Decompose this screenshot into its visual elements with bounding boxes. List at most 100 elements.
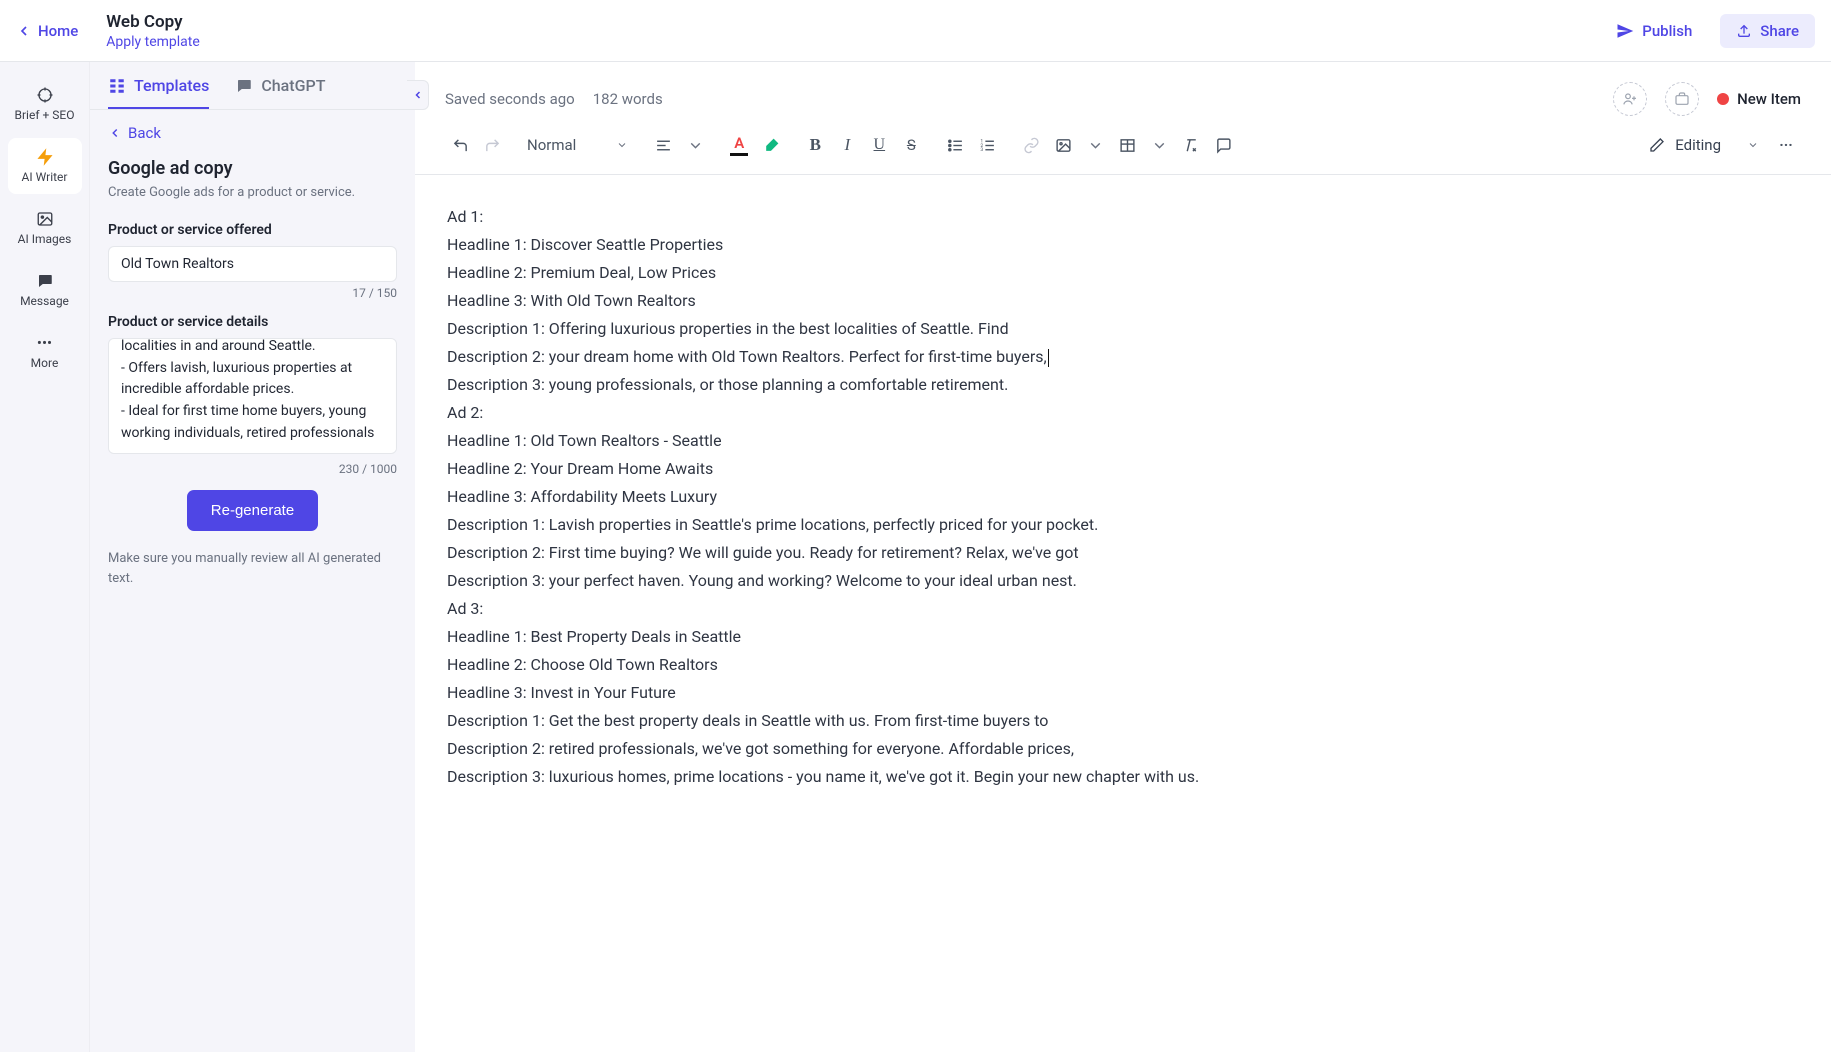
- tab-templates[interactable]: Templates: [108, 76, 209, 109]
- doc-line[interactable]: Headline 3: Invest in Your Future: [447, 679, 1799, 707]
- align-dropdown[interactable]: [680, 130, 710, 160]
- rail-item-brief-seo[interactable]: Brief + SEO: [8, 76, 82, 132]
- details-textarea[interactable]: [108, 338, 397, 454]
- rail-label: Message: [20, 294, 69, 308]
- undo-button[interactable]: [445, 130, 475, 160]
- rail-item-ai-writer[interactable]: AI Writer: [8, 138, 82, 194]
- more-toolbar-button[interactable]: ···: [1771, 130, 1801, 160]
- align-button[interactable]: [648, 130, 678, 160]
- share-label: Share: [1760, 22, 1799, 40]
- status-label: New Item: [1737, 90, 1801, 108]
- apply-template-link[interactable]: Apply template: [106, 34, 200, 50]
- user-plus-icon: [1622, 91, 1638, 107]
- templates-icon: [108, 77, 126, 95]
- editor-topbar: Saved seconds ago 182 words New Item: [415, 62, 1831, 116]
- panel-tabs: Templates ChatGPT: [90, 62, 415, 110]
- doc-line[interactable]: Headline 1: Discover Seattle Properties: [447, 231, 1799, 259]
- status-indicator[interactable]: New Item: [1717, 90, 1801, 108]
- doc-line[interactable]: Description 2: your dream home with Old …: [447, 343, 1799, 371]
- panel-body: Back Google ad copy Create Google ads fo…: [90, 110, 415, 1052]
- table-button[interactable]: [1112, 130, 1142, 160]
- highlight-button[interactable]: [756, 130, 786, 160]
- doc-line[interactable]: Headline 2: Your Dream Home Awaits: [447, 455, 1799, 483]
- highlighter-icon: [763, 137, 780, 154]
- chevron-down-icon: [1087, 137, 1104, 154]
- link-button[interactable]: [1016, 130, 1046, 160]
- publish-button[interactable]: Publish: [1616, 22, 1692, 40]
- comment-button[interactable]: [1208, 130, 1238, 160]
- table-dropdown[interactable]: [1144, 130, 1174, 160]
- doc-line[interactable]: Headline 1: Old Town Realtors - Seattle: [447, 427, 1799, 455]
- doc-line[interactable]: Ad 2:: [447, 399, 1799, 427]
- doc-line[interactable]: Headline 1: Best Property Deals in Seatt…: [447, 623, 1799, 651]
- doc-line[interactable]: Description 3: luxurious homes, prime lo…: [447, 763, 1799, 791]
- doc-line[interactable]: Ad 1:: [447, 203, 1799, 231]
- doc-line[interactable]: Ad 3:: [447, 595, 1799, 623]
- tab-chatgpt[interactable]: ChatGPT: [235, 76, 325, 109]
- editing-mode-select[interactable]: Editing: [1649, 136, 1759, 154]
- doc-line[interactable]: Headline 2: Choose Old Town Realtors: [447, 651, 1799, 679]
- doc-line[interactable]: Description 2: First time buying? We wil…: [447, 539, 1799, 567]
- tab-label: Templates: [134, 76, 209, 95]
- target-icon: [36, 86, 54, 104]
- home-button[interactable]: Home: [16, 22, 78, 40]
- details-counter: 230 / 1000: [108, 462, 397, 476]
- rail-item-ai-images[interactable]: AI Images: [8, 200, 82, 256]
- doc-line[interactable]: Description 2: retired professionals, we…: [447, 735, 1799, 763]
- text-color-button[interactable]: A: [724, 130, 754, 160]
- back-button[interactable]: Back: [108, 124, 397, 142]
- product-counter: 17 / 150: [108, 286, 397, 300]
- collapse-panel-button[interactable]: [407, 80, 429, 110]
- image-dropdown[interactable]: [1080, 130, 1110, 160]
- document-body[interactable]: Ad 1:Headline 1: Discover Seattle Proper…: [415, 175, 1831, 1052]
- regenerate-button[interactable]: Re-generate: [187, 490, 318, 531]
- underline-button[interactable]: U: [864, 130, 894, 160]
- product-input[interactable]: [108, 246, 397, 282]
- chevron-down-icon: [1151, 137, 1168, 154]
- bullet-list-button[interactable]: [940, 130, 970, 160]
- doc-line[interactable]: Headline 3: With Old Town Realtors: [447, 287, 1799, 315]
- chat-icon: [235, 77, 253, 95]
- doc-line[interactable]: Description 1: Offering luxurious proper…: [447, 315, 1799, 343]
- editor-area: Saved seconds ago 182 words New Item Nor…: [415, 62, 1831, 1052]
- redo-button[interactable]: [477, 130, 507, 160]
- doc-line[interactable]: Description 1: Get the best property dea…: [447, 707, 1799, 735]
- bold-button[interactable]: B: [800, 130, 830, 160]
- editing-label: Editing: [1675, 136, 1721, 154]
- tab-label: ChatGPT: [261, 76, 325, 95]
- pencil-icon: [1649, 137, 1665, 153]
- undo-icon: [452, 137, 469, 154]
- left-rail: Brief + SEO AI Writer AI Images Message …: [0, 62, 90, 1052]
- redo-icon: [484, 137, 501, 154]
- more-icon: •••: [36, 334, 54, 352]
- upload-icon: [1736, 23, 1752, 39]
- add-user-button[interactable]: [1613, 82, 1647, 116]
- review-note: Make sure you manually review all AI gen…: [108, 549, 397, 588]
- text-color-icon: A: [730, 134, 748, 156]
- doc-line[interactable]: Headline 2: Premium Deal, Low Prices: [447, 259, 1799, 287]
- field-label-product: Product or service offered: [108, 222, 397, 238]
- rail-label: Brief + SEO: [15, 108, 75, 122]
- briefcase-button[interactable]: [1665, 82, 1699, 116]
- paragraph-style-select[interactable]: Normal: [521, 132, 634, 158]
- chevron-left-icon: [412, 89, 424, 101]
- numbered-list-button[interactable]: 123: [972, 130, 1002, 160]
- strikethrough-button[interactable]: S: [896, 130, 926, 160]
- italic-button[interactable]: I: [832, 130, 862, 160]
- title-block: Web Copy Apply template: [106, 12, 200, 50]
- doc-line[interactable]: Description 3: your perfect haven. Young…: [447, 567, 1799, 595]
- send-icon: [1616, 22, 1634, 40]
- doc-line[interactable]: Description 3: young professionals, or t…: [447, 371, 1799, 399]
- doc-line[interactable]: Description 1: Lavish properties in Seat…: [447, 511, 1799, 539]
- rail-item-message[interactable]: Message: [8, 262, 82, 318]
- style-label: Normal: [527, 136, 576, 154]
- image-insert-button[interactable]: [1048, 130, 1078, 160]
- clear-format-button[interactable]: [1176, 130, 1206, 160]
- doc-line[interactable]: Headline 3: Affordability Meets Luxury: [447, 483, 1799, 511]
- editor-toolbar: Normal A B I U: [415, 116, 1831, 175]
- chevron-left-icon: [108, 126, 122, 140]
- share-button[interactable]: Share: [1720, 14, 1815, 48]
- chat-icon: [36, 272, 54, 290]
- rail-item-more[interactable]: ••• More: [8, 324, 82, 380]
- comment-icon: [1215, 137, 1232, 154]
